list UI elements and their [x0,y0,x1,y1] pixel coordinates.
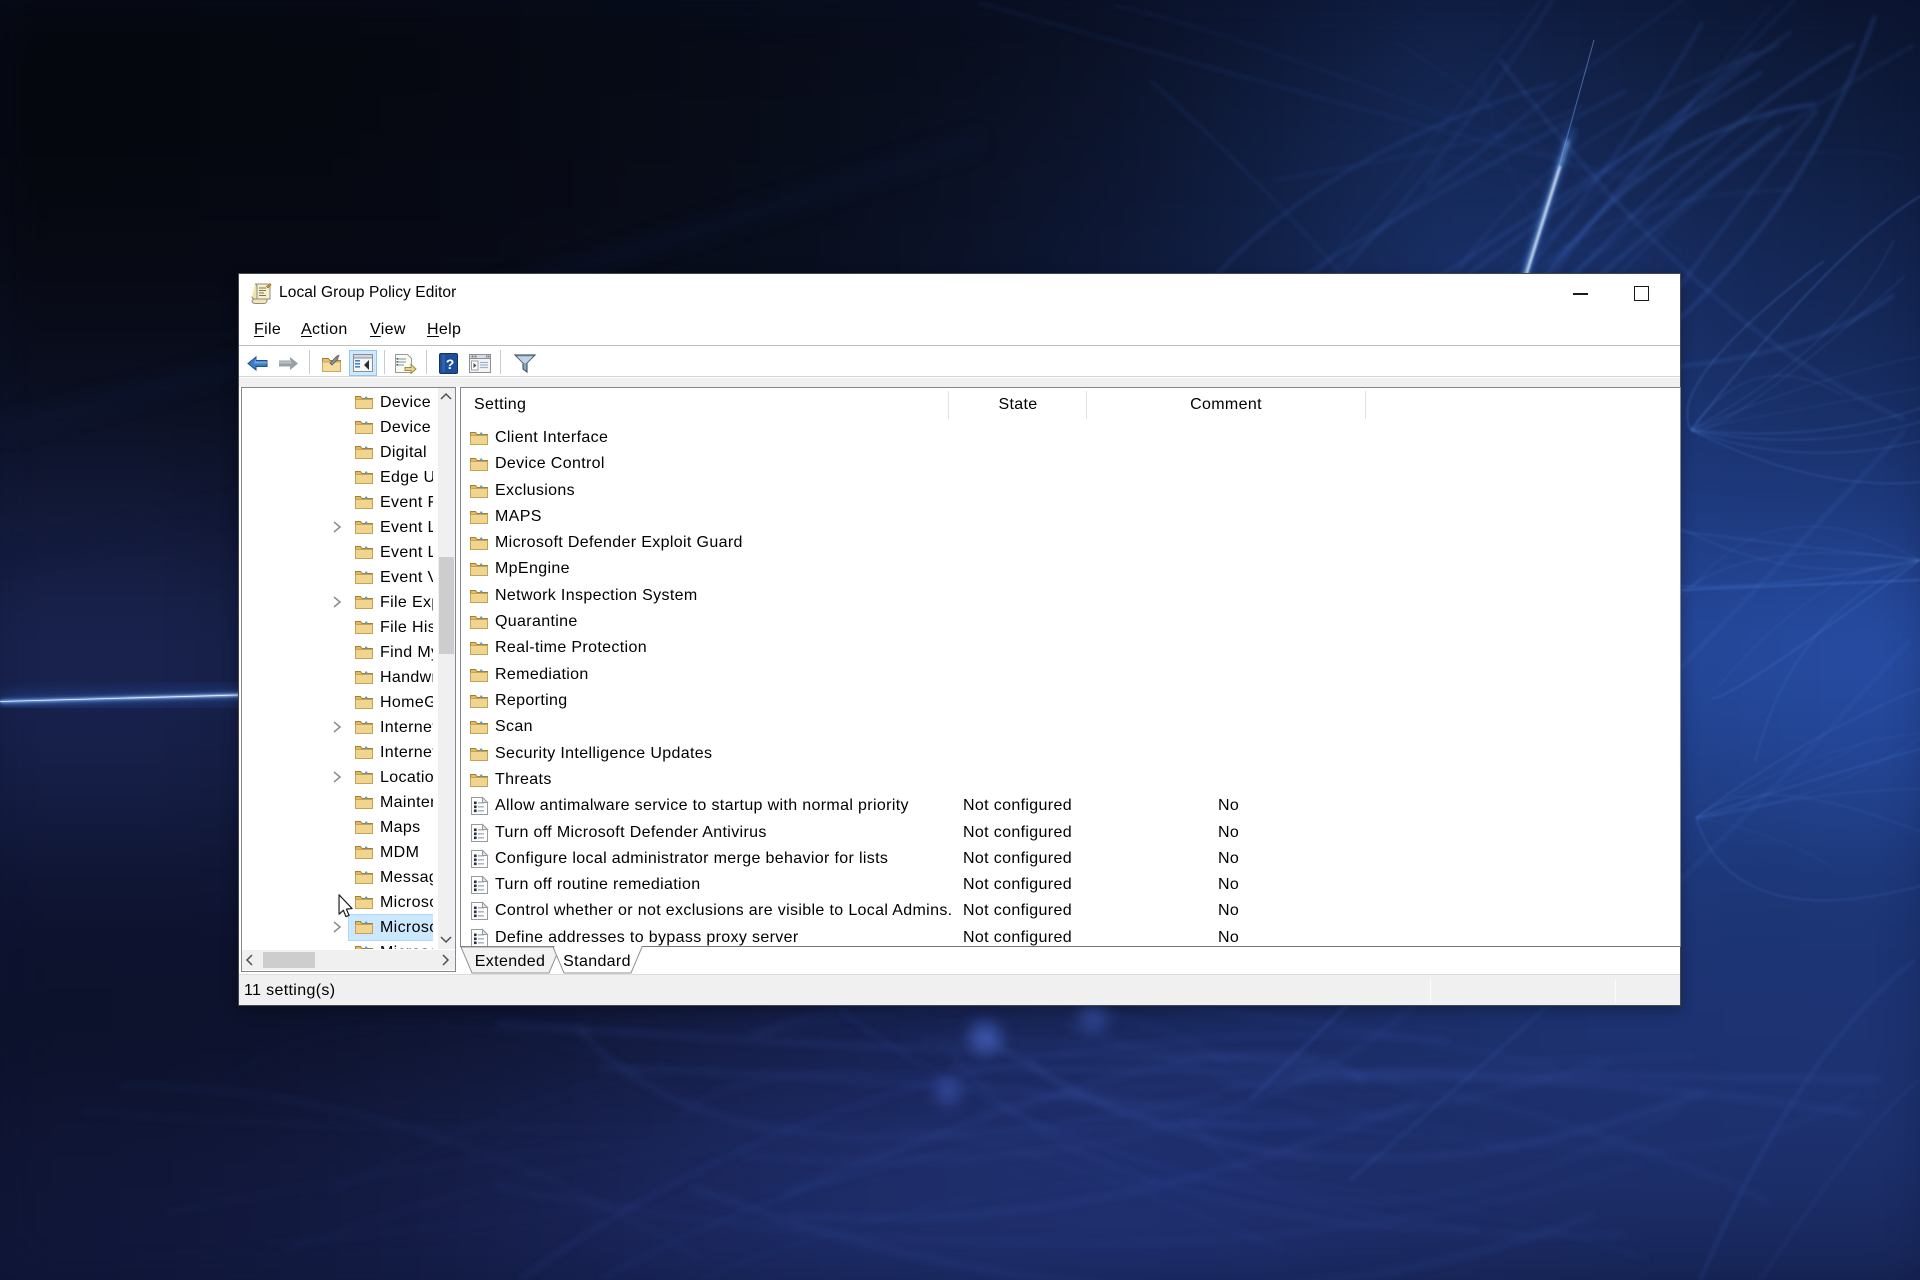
svg-text:Standard: Standard [563,953,631,970]
svg-text:Extended: Extended [475,953,545,970]
svg-text:?: ? [446,356,455,372]
